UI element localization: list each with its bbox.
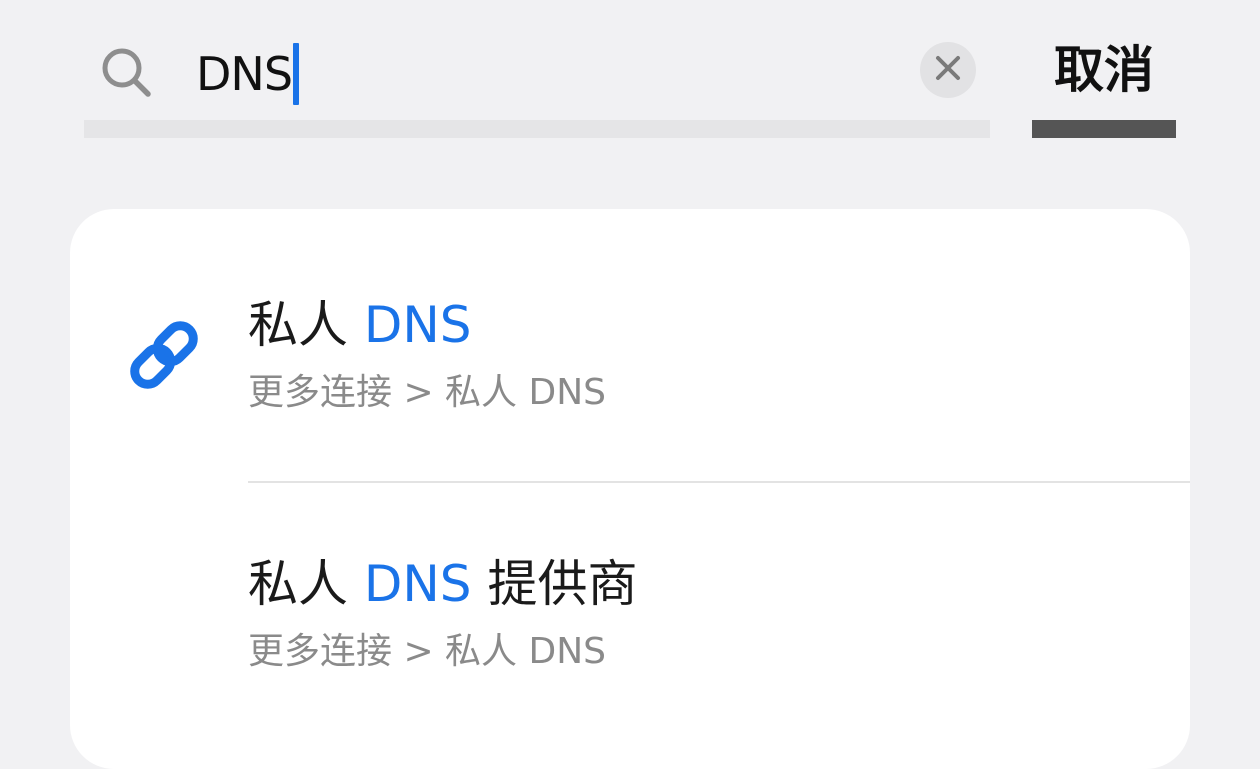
text-caret [293,43,300,105]
search-bar[interactable]: DNS [84,20,990,138]
cancel-underline [1032,120,1176,138]
link-icon [126,317,202,393]
search-field-underline [84,120,990,138]
result-item-private-dns[interactable]: 私人 DNS 更多连接 > 私人 DNS [70,209,1190,483]
title-match-highlight: DNS [363,555,472,613]
close-icon [935,55,961,85]
search-icon [100,46,154,100]
result-item-private-dns-provider[interactable]: 私人 DNS 提供商 更多连接 > 私人 DNS [70,482,1190,742]
result-path: 更多连接 > 私人 DNS [248,631,606,672]
search-input-text: DNS [196,47,293,101]
search-input[interactable]: DNS [196,43,300,105]
title-suffix: 提供商 [487,555,638,613]
clear-search-button[interactable] [920,42,976,98]
title-match-highlight: DNS [363,296,472,354]
result-path: 更多连接 > 私人 DNS [248,372,606,413]
title-prefix: 私人 [248,296,348,354]
result-title: 私人 DNS 提供商 [248,552,637,616]
cancel-label: 取消 [1054,41,1154,99]
cancel-button[interactable]: 取消 [1032,20,1176,138]
search-results-card: 私人 DNS 更多连接 > 私人 DNS 私人 DNS 提供商 更多连接 > 私… [70,209,1190,769]
result-title: 私人 DNS [248,293,472,357]
title-prefix: 私人 [248,555,348,613]
